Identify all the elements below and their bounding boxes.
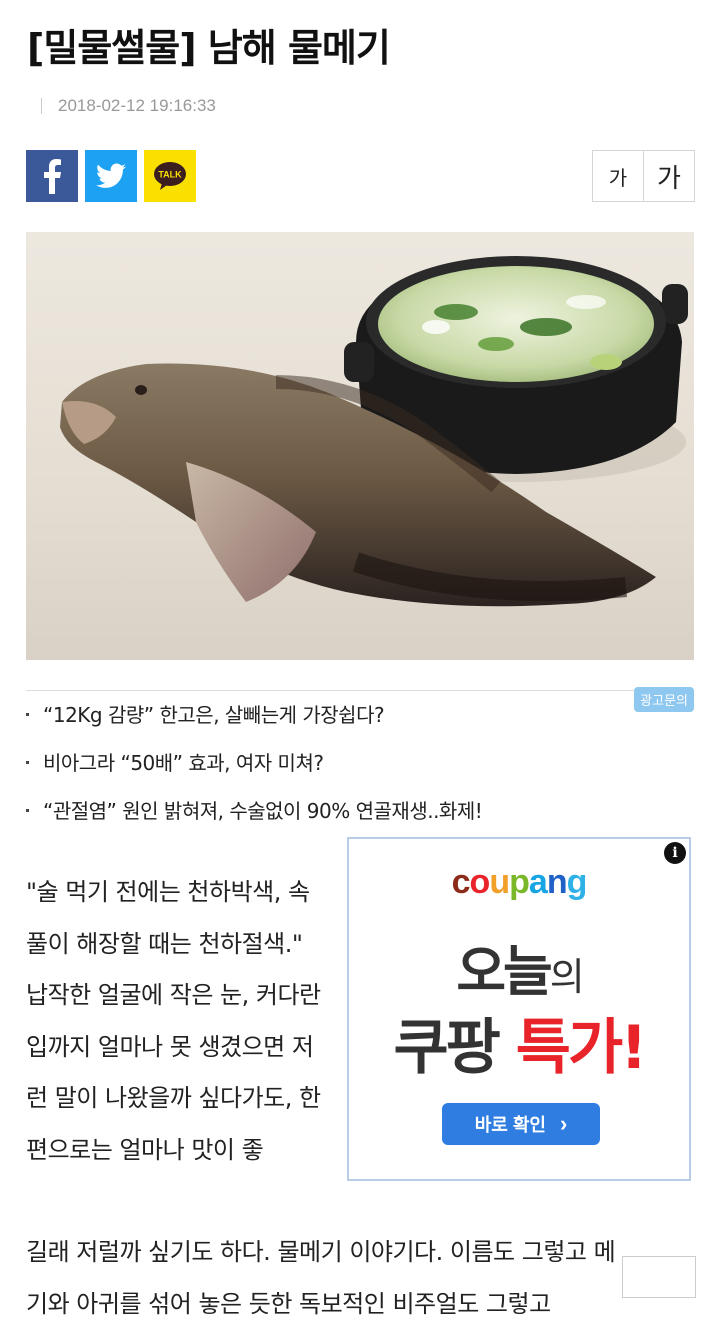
sponsored-link-text: “12Kg 감량” 한고은, 살빼는게 가장쉽다? (43, 703, 384, 727)
article-meta: 2018-02-12 19:16:33 (27, 94, 216, 118)
sponsored-link[interactable]: “관절염” 원인 밝혀져, 수술없이 90% 연골재생..화제! (26, 795, 482, 824)
logo-letter: u (489, 863, 509, 901)
logo-letter: g (567, 863, 587, 901)
confirm-button[interactable]: 바로 확인 › (442, 1103, 600, 1145)
scroll-top-button[interactable] (622, 1256, 696, 1298)
info-icon[interactable]: i (664, 842, 686, 864)
ad-subheadline: 쿠팡 특가! (349, 999, 689, 1086)
ad-headline: 오늘의 (349, 927, 689, 1006)
kakaotalk-icon: TALK (153, 161, 187, 191)
article-title: [밀물썰물] 남해 물메기 (27, 22, 697, 74)
article-photo (26, 232, 694, 660)
bullet (26, 761, 29, 764)
logo-letter: c (452, 863, 470, 901)
ad-subheadline-red: 특가! (516, 1013, 645, 1083)
sponsored-links: 광고문의 “12Kg 감량” 한고은, 살빼는게 가장쉽다? 비아그라 “50배… (26, 690, 694, 691)
sponsored-link-text: 비아그라 “50배” 효과, 여자 미쳐? (43, 751, 323, 775)
font-size-large-button[interactable]: 가 (643, 150, 695, 202)
fish-soup-illustration (26, 232, 694, 660)
article-line: 기와 아귀를 섞어 놓은 듯한 독보적인 비주얼도 그렇고 (26, 1279, 706, 1330)
logo-letter: a (529, 863, 547, 901)
sponsored-link[interactable]: “12Kg 감량” 한고은, 살빼는게 가장쉽다? (26, 699, 384, 728)
ad-subheadline-dark: 쿠팡 (393, 1013, 515, 1083)
chevron-right-icon: › (560, 1111, 567, 1137)
sponsored-link[interactable]: 비아그라 “50배” 효과, 여자 미쳐? (26, 747, 323, 776)
confirm-button-label: 바로 확인 (475, 1111, 546, 1137)
bullet (26, 713, 29, 716)
ad-headline-main: 오늘 (456, 940, 549, 1003)
font-size-small-button[interactable]: 가 (592, 150, 644, 202)
ad-inquiry-link[interactable]: 광고문의 (634, 687, 694, 712)
divider (41, 98, 42, 114)
kakaotalk-label: TALK (158, 170, 182, 180)
article-date: 2018-02-12 19:16:33 (58, 96, 216, 116)
facebook-share-button[interactable] (26, 150, 78, 202)
facebook-icon (41, 158, 63, 194)
kakaotalk-share-button[interactable]: TALK (144, 150, 196, 202)
article-body: "술 먹기 전에는 천하박색, 속풀이 해장할 때는 천하절색." 납작한 얼굴… (26, 867, 326, 1176)
article-line: 길래 저럴까 싶기도 하다. 물메기 이야기다. 이름도 그렇고 메 (26, 1227, 706, 1279)
logo-letter: n (547, 863, 567, 901)
twitter-share-button[interactable] (85, 150, 137, 202)
ad-headline-suffix: 의 (550, 955, 582, 999)
sponsored-link-text: “관절염” 원인 밝혀져, 수술없이 90% 연골재생..화제! (43, 799, 482, 823)
logo-letter: o (470, 863, 490, 901)
coupang-ad-banner[interactable]: i coupang 오늘의 쿠팡 특가! 바로 확인 › (347, 837, 691, 1181)
coupang-logo: coupang (349, 863, 689, 902)
bullet (26, 809, 29, 812)
twitter-icon (96, 163, 126, 189)
logo-letter: p (509, 863, 529, 901)
